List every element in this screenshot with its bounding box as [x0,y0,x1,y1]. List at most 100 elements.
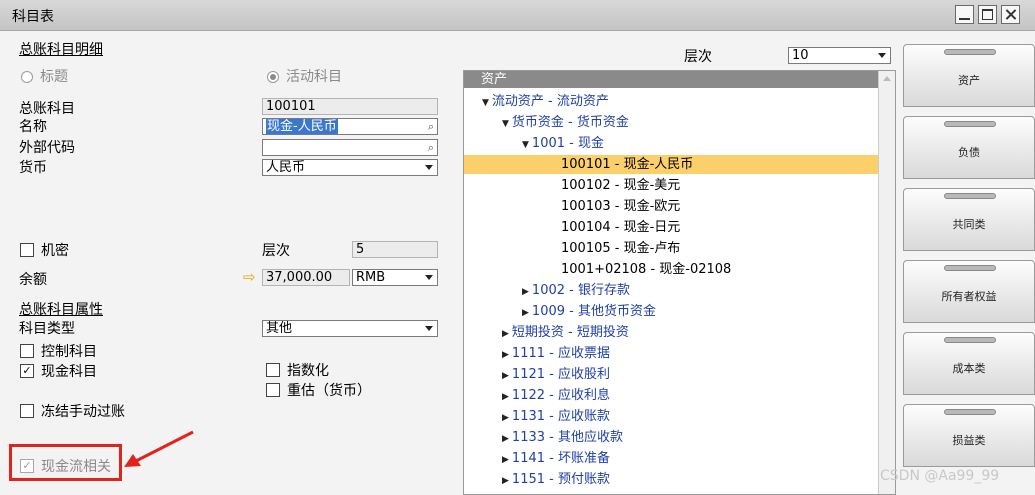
drawer-button[interactable]: 资产 [903,44,1035,107]
tree-node-label: 1131 - 应收账款 [511,409,610,424]
highlight-box [9,444,122,481]
search-icon[interactable]: ⌕ [428,140,434,155]
chevron-down-icon [425,326,433,331]
tree-node-label: 1002 - 银行存款 [531,283,630,298]
collapsed-triangle-icon[interactable]: ▶ [502,392,509,402]
tree-node[interactable]: ▶ 1111 - 应收票据 [502,344,610,365]
currency-value: 人民币 [266,160,306,175]
tree-node-label: 100104 - 现金-日元 [561,220,681,235]
radio-active-label: 活动科目 [286,69,342,85]
tree-node-label: 流动资产 - 流动资产 [491,94,609,109]
collapsed-triangle-icon[interactable]: ▶ [502,455,509,465]
confidential-checkbox[interactable] [20,243,34,257]
expanded-triangle-icon[interactable]: ▼ [482,98,489,108]
account-tree[interactable]: 资产 ▼ 流动资产 - 流动资产 ▼ 货币资金 - 货币资金 ▼ 1001 - 现金 100… [463,70,896,495]
tree-node[interactable]: ▼ 流动资产 - 流动资产 [482,92,609,113]
tree-node-label: 1141 - 坏账准备 [511,451,610,466]
collapsed-triangle-icon[interactable]: ▶ [502,329,509,339]
tree-level-dropdown[interactable]: 10 [788,47,891,64]
balance-currency-value: RMB [356,270,386,285]
minimize-button[interactable] [955,5,974,24]
drawer-button[interactable]: 共同类 [903,188,1035,251]
tree-root[interactable]: 资产 [464,71,879,88]
drawer-button[interactable]: 负债 [903,116,1035,179]
tree-node[interactable]: ▶ 短期投资 - 短期投资 [502,323,629,344]
freeze-posting-checkbox[interactable] [20,404,34,418]
drawer-handle-icon [944,121,996,127]
tree-node-label: 1009 - 其他货币资金 [531,304,656,319]
drawer-handle-icon [944,49,996,55]
tree-node-label: 1122 - 应收利息 [511,388,610,403]
acct-type-dropdown[interactable]: 其他 [262,320,438,337]
tree-node[interactable]: ▼ 1001 - 现金 [522,134,604,155]
tree-level-value: 10 [792,48,809,63]
chevron-down-icon [878,53,886,58]
revaluation-checkbox[interactable] [266,383,280,397]
radio-title[interactable] [21,71,33,83]
tree-node[interactable]: ▶ 1122 - 应收利息 [502,386,610,407]
tree-node-label: 1001 - 现金 [531,136,604,151]
collapsed-triangle-icon[interactable]: ▶ [502,434,509,444]
tree-node-label: 1001+02108 - 现金-02108 [561,262,732,277]
drawer-button[interactable]: 所有者权益 [903,260,1035,323]
name-value: 现金-人民币 [266,119,338,134]
drawer-label: 损益类 [952,434,986,447]
tree-node[interactable]: 100104 - 现金-日元 [561,218,680,237]
tree-node[interactable]: ▶ 1009 - 其他货币资金 [522,302,656,323]
tree-node-label: 100101 - 现金-人民币 [561,157,694,172]
drawer-label: 共同类 [952,218,986,231]
maximize-button[interactable] [978,5,997,24]
tree-node[interactable]: ▶ 1121 - 应收股利 [502,365,610,386]
drawer-button[interactable]: 成本类 [903,332,1035,395]
collapsed-triangle-icon[interactable]: ▶ [522,287,529,297]
balance-currency-dropdown[interactable]: RMB [352,269,438,286]
arrow-right-icon[interactable]: ⇨ [243,268,256,286]
expanded-triangle-icon[interactable]: ▼ [502,119,509,129]
vertical-scrollbar[interactable] [878,71,895,494]
tree-node-selected[interactable]: 100101 - 现金-人民币 [464,155,879,174]
tree-node[interactable]: ▶ 1002 - 银行存款 [522,281,630,302]
gl-account-field: 100101 [262,98,438,115]
search-icon[interactable]: ⌕ [428,119,434,134]
collapsed-triangle-icon[interactable]: ▶ [522,308,529,318]
tree-node[interactable]: ▶ 1131 - 应收账款 [502,407,610,428]
tree-node[interactable]: ▼ 货币资金 - 货币资金 [502,113,629,134]
collapsed-triangle-icon[interactable]: ▶ [502,371,509,381]
name-field[interactable]: 现金-人民币 ⌕ [262,118,438,135]
acct-type-label: 科目类型 [19,321,75,337]
acct-type-value: 其他 [266,321,293,336]
scroll-up-icon[interactable] [883,76,891,81]
tree-node[interactable]: 1001+02108 - 现金-02108 [561,260,731,279]
tree-node-label: 100103 - 现金-欧元 [561,199,681,214]
window-titlebar: 科目表 [0,0,1035,31]
collapsed-triangle-icon[interactable]: ▶ [502,350,509,360]
cash-account-checkbox[interactable]: ✓ [20,364,34,378]
level-field: 5 [352,241,438,258]
tree-node[interactable]: ▶ 1133 - 其他应收款 [502,428,623,449]
tree-node-label: 货币资金 - 货币资金 [511,115,629,130]
collapsed-triangle-icon[interactable]: ▶ [502,476,509,486]
control-account-checkbox[interactable] [20,344,34,358]
expanded-triangle-icon[interactable]: ▼ [522,140,529,150]
tree-node[interactable]: ▶ 1151 - 预付账款 [502,470,610,491]
tree-node-label: 短期投资 - 短期投资 [511,325,629,340]
radio-active-account[interactable] [267,71,279,83]
collapsed-triangle-icon[interactable]: ▶ [502,413,509,423]
tree-node-label: 100105 - 现金-卢布 [561,241,681,256]
tree-node[interactable]: 100103 - 现金-欧元 [561,197,680,216]
tree-node[interactable]: ▶ 1141 - 坏账准备 [502,449,610,470]
drawer-label: 资产 [958,74,980,87]
close-button[interactable] [1001,5,1020,24]
ext-code-field[interactable]: ⌕ [262,139,438,156]
level-label: 层次 [262,243,290,259]
revaluation-label: 重估（货币） [287,383,371,399]
tree-node[interactable]: 100102 - 现金-美元 [561,176,680,195]
indexed-checkbox[interactable] [266,363,280,377]
tree-node-label: 1133 - 其他应收款 [511,430,623,445]
tree-node[interactable]: 100105 - 现金-卢布 [561,239,680,258]
indexed-label: 指数化 [287,363,329,379]
chevron-down-icon [425,165,433,170]
cash-account-label: 现金科目 [41,364,97,380]
currency-dropdown[interactable]: 人民币 [262,159,438,176]
drawer-button[interactable]: 损益类 [903,404,1035,467]
